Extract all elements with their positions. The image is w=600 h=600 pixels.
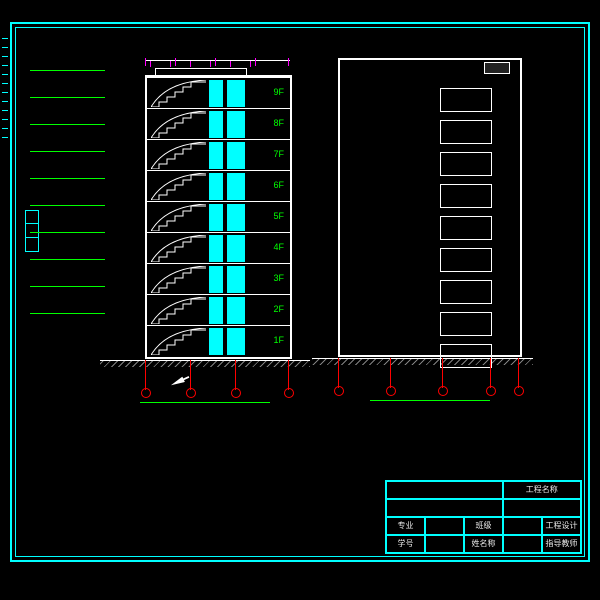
tb-cell [503, 517, 542, 535]
tb-cell: 指导教师 [542, 535, 581, 553]
core-wall [227, 173, 245, 200]
window [440, 120, 492, 144]
floor-label: 4F [273, 242, 284, 252]
core-wall [209, 297, 223, 324]
floor-label: 9F [273, 87, 284, 97]
tb-cell [425, 535, 464, 553]
stair-icon [151, 235, 206, 262]
stair-icon [151, 142, 206, 169]
window [440, 248, 492, 272]
tb-cell: 班级 [464, 517, 503, 535]
grid-axis [442, 358, 443, 388]
window [440, 184, 492, 208]
stair-icon [151, 80, 206, 107]
core-wall [209, 328, 223, 355]
floor: 1F [147, 325, 290, 357]
floor: 4F [147, 232, 290, 264]
floor-label: 8F [273, 118, 284, 128]
core-wall [209, 266, 223, 293]
vertical-dimension-lines [30, 70, 105, 340]
elevation-view [330, 58, 525, 398]
elevation-outline [338, 58, 522, 357]
view-arrow-icon [170, 374, 191, 388]
tb-project-label: 工程名称 [503, 481, 581, 499]
ground-hatch [312, 359, 533, 365]
floor: 6F [147, 170, 290, 202]
elevation-caption [370, 400, 490, 401]
core-wall [227, 204, 245, 231]
tb-cell: 姓名称 [464, 535, 503, 553]
section-view: 9F 8F 7F 6F 5F 4F 3F 2F 1F [110, 60, 290, 400]
tb-cell [425, 517, 464, 535]
stair-icon [151, 111, 206, 138]
tb-cell: 工程设计 [542, 517, 581, 535]
tb-blank [503, 499, 581, 517]
stair-icon [151, 204, 206, 231]
floor: 7F [147, 139, 290, 171]
tb-cell [503, 535, 542, 553]
core-wall [227, 111, 245, 138]
core-wall [227, 235, 245, 262]
window [440, 280, 492, 304]
core-wall [227, 328, 245, 355]
window [440, 88, 492, 112]
stair-icon [151, 266, 206, 293]
grid-axis [145, 360, 146, 390]
title-block: 工程名称 专业 班级 工程设计 学号 姓名称 指导教师 [385, 480, 582, 554]
floor: 5F [147, 201, 290, 233]
core-wall [209, 142, 223, 169]
grid-axis [490, 358, 491, 388]
grid-axis [190, 360, 191, 390]
tb-cell: 学号 [386, 535, 425, 553]
binding-marks [2, 30, 8, 550]
floor-label: 7F [273, 149, 284, 159]
core-wall [227, 266, 245, 293]
floor: 2F [147, 294, 290, 326]
grid-axis [338, 358, 339, 388]
core-wall [227, 297, 245, 324]
floor-label: 5F [273, 211, 284, 221]
core-wall [227, 80, 245, 107]
window [440, 312, 492, 336]
section-top-ruler [145, 60, 290, 67]
stair-icon [151, 173, 206, 200]
core-wall [209, 80, 223, 107]
ground-hatch [100, 361, 310, 367]
tb-cell: 专业 [386, 517, 425, 535]
stair-icon [151, 328, 206, 355]
tb-blank [386, 481, 503, 499]
floor: 3F [147, 263, 290, 295]
window [440, 216, 492, 240]
grid-axis [288, 360, 289, 390]
floor: 9F [147, 77, 290, 109]
window [440, 152, 492, 176]
grid-axis [235, 360, 236, 390]
floor-label: 1F [273, 335, 284, 345]
core-wall [209, 173, 223, 200]
stair-icon [151, 297, 206, 324]
floor-label: 2F [273, 304, 284, 314]
core-wall [227, 142, 245, 169]
grid-axis [390, 358, 391, 388]
window-column [440, 88, 492, 349]
floor-label: 3F [273, 273, 284, 283]
grid-axis [518, 358, 519, 388]
core-wall [209, 204, 223, 231]
tb-blank [386, 499, 503, 517]
core-wall [209, 235, 223, 262]
roof-equipment [484, 62, 510, 74]
section-caption [140, 402, 270, 403]
floor: 8F [147, 108, 290, 140]
core-wall [209, 111, 223, 138]
floor-label: 6F [273, 180, 284, 190]
section-outline: 9F 8F 7F 6F 5F 4F 3F 2F 1F [145, 75, 292, 359]
